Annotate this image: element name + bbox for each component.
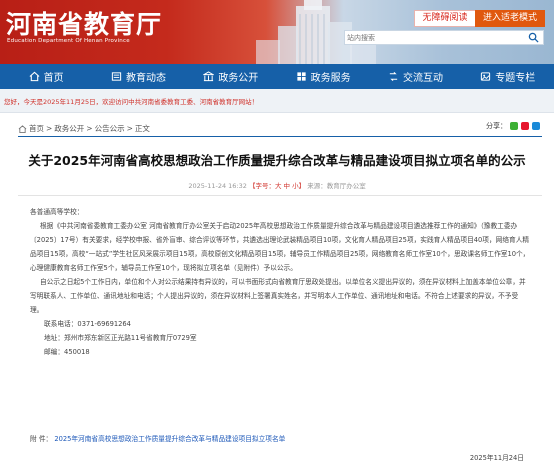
accessibility-button[interactable]: 无障碍阅读 [414, 10, 476, 27]
article-date: 2025-11-24 16:32 [188, 182, 247, 190]
search-box [344, 30, 544, 45]
attachment-link[interactable]: 2025年河南省高校思想政治工作质量提升综合改革与精品建设项目拟立项名单 [54, 435, 285, 443]
wechat-share-icon[interactable] [510, 122, 518, 130]
divider [18, 136, 542, 137]
site-subtitle: Education Department Of Henan Province [7, 38, 130, 44]
elder-mode-button[interactable]: 进入适老模式 [475, 10, 545, 27]
nav-item-service[interactable]: 政务服务 [277, 64, 369, 89]
nav-label: 首页 [43, 73, 64, 84]
contact-phone: 联系电话：0371-69691264 [44, 320, 131, 328]
article-source: 来源：教育厅办公室 [307, 182, 366, 190]
share-label: 分享： [486, 122, 507, 130]
home-icon [18, 124, 27, 133]
nav-label: 政务公开 [218, 73, 259, 84]
attachment: 附 件： 2025年河南省高校思想政治工作质量提升综合改革与精品建设项目拟立项名… [30, 433, 285, 443]
nav-label: 专题专栏 [495, 73, 536, 84]
contact-address: 地址：郑州市郑东新区正光路11号省教育厅0729室 [44, 334, 197, 342]
topic-icon [481, 72, 491, 81]
nav-item-government[interactable]: 政务公开 [185, 64, 277, 89]
breadcrumb-government[interactable]: 政务公开 [54, 123, 84, 134]
article-body: 各普通高等学校： 根据《中共河南省委教育工委办公室 河南省教育厅办公室关于启动2… [30, 205, 530, 359]
weibo-share-icon[interactable] [521, 122, 529, 130]
article-paragraph: 根据《中共河南省委教育工委办公室 河南省教育厅办公室关于启动2025年高校思想政… [30, 222, 530, 272]
service-icon [297, 72, 306, 81]
nav-item-news[interactable]: 教育动态 [92, 64, 184, 89]
breadcrumb: 首页 > 政务公开 > 公告公示 > 正文 [18, 123, 150, 134]
main-nav: 首页 教育动态 政务公开 政务服务 交流互动 专题专栏 [0, 64, 554, 89]
interaction-icon [389, 71, 398, 82]
breadcrumb-home[interactable]: 首页 [29, 123, 44, 134]
welcome-bar: 您好，今天是2025年11月25日，欢迎访问中共河南省委教育工委、河南省教育厅网… [0, 89, 554, 113]
qq-share-icon[interactable] [532, 122, 540, 130]
news-icon [111, 72, 122, 81]
sign-date: 2025年11月24日 [469, 454, 524, 462]
site-header: 河南省教育厅 Education Department Of Henan Pro… [0, 0, 554, 66]
greeting: 各普通高等学校： [30, 208, 84, 216]
nav-item-interaction[interactable]: 交流互动 [369, 64, 461, 89]
site-title[interactable]: 河南省教育厅 [6, 5, 162, 41]
article-title: 关于2025年河南省高校思想政治工作质量提升综合改革与精品建设项目拟立项名单的公… [28, 153, 526, 168]
home-icon [29, 71, 40, 82]
search-input[interactable] [347, 31, 517, 44]
nav-label: 政务服务 [310, 73, 351, 84]
share-bar: 分享： [486, 121, 540, 131]
breadcrumb-notices[interactable]: 公告公示 [95, 123, 125, 134]
article-paragraph: 自公示之日起5个工作日内，单位和个人对公示结果持有异议的，可以书面形式向省教育厅… [30, 278, 526, 314]
nav-item-home[interactable]: 首页 [0, 64, 92, 89]
government-icon [203, 71, 215, 82]
nav-item-topic[interactable]: 专题专栏 [462, 64, 554, 89]
attachment-label: 附 件： [30, 435, 53, 443]
search-icon[interactable] [528, 32, 539, 43]
divider [18, 195, 542, 196]
article-meta: 2025-11-24 16:32 【字号：大 中 小】 来源：教育厅办公室 [0, 180, 554, 190]
font-size-control[interactable]: 【字号：大 中 小】 [249, 182, 305, 190]
nav-label: 教育动态 [125, 73, 166, 84]
contact-postcode: 邮编：450018 [44, 348, 90, 356]
nav-label: 交流互动 [402, 73, 443, 84]
welcome-text: 您好，今天是2025年11月25日，欢迎访问中共河南省委教育工委、河南省教育厅网… [4, 98, 259, 106]
breadcrumb-current: 正文 [134, 124, 150, 133]
